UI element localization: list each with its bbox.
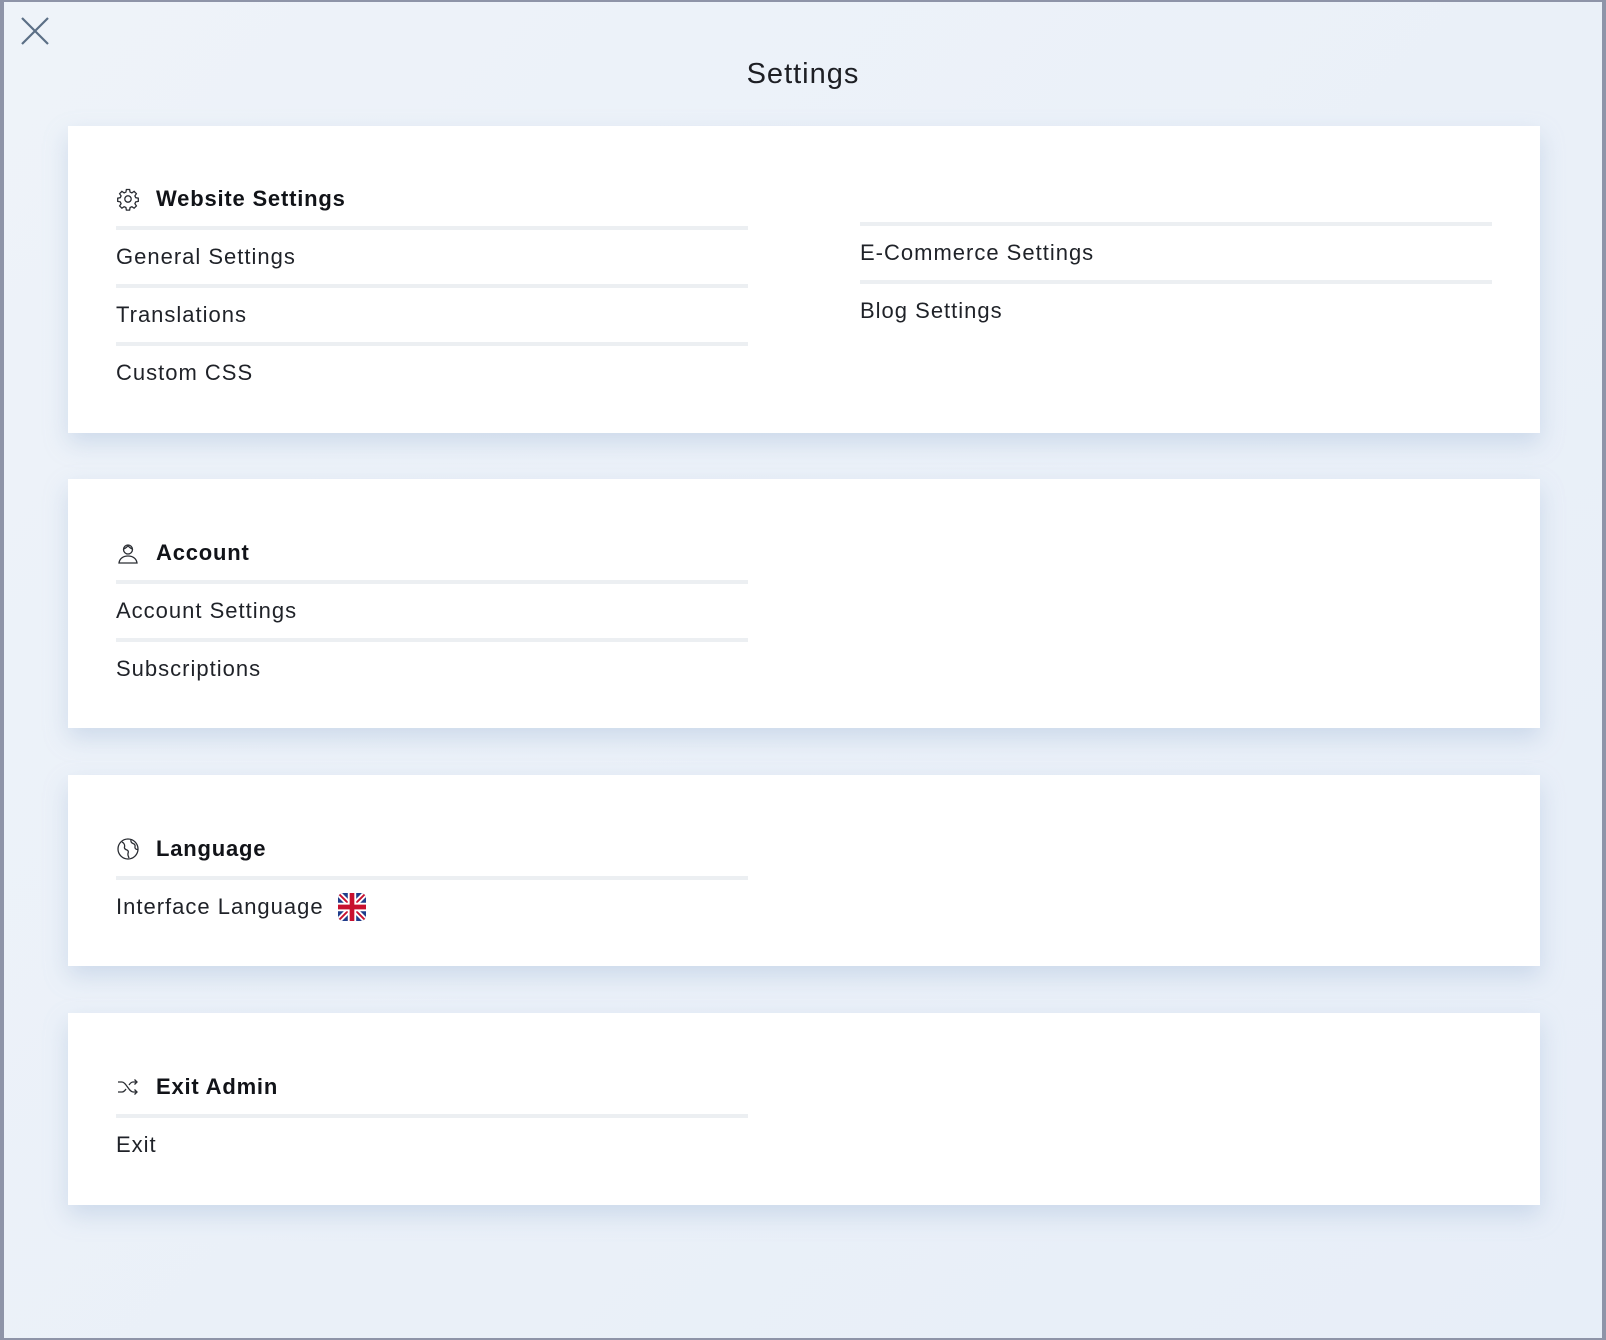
globe-icon: [116, 837, 140, 861]
account-settings-link[interactable]: Account Settings: [116, 584, 748, 638]
website-settings-card: Website Settings General Settings Transl…: [68, 126, 1540, 433]
interface-language-label: Interface Language: [116, 894, 324, 919]
ecommerce-settings-link[interactable]: E-Commerce Settings: [860, 226, 1492, 280]
gear-icon: [116, 187, 140, 211]
exit-admin-title: Exit Admin: [156, 1074, 279, 1099]
exit-admin-header: Exit Admin: [116, 1065, 748, 1109]
settings-overlay: Settings Website Settings General Settin…: [4, 2, 1602, 1338]
close-button[interactable]: [18, 14, 54, 50]
custom-css-link[interactable]: Custom CSS: [116, 346, 748, 400]
exit-link[interactable]: Exit: [116, 1118, 748, 1172]
language-title: Language: [156, 836, 267, 861]
account-header: Account: [116, 531, 748, 575]
blog-settings-link[interactable]: Blog Settings: [860, 284, 1492, 338]
close-icon: [21, 17, 49, 45]
interface-language-link[interactable]: Interface Language: [116, 880, 748, 934]
account-card: Account Account Settings Subscriptions: [68, 479, 1540, 728]
language-card: Language Interface Language: [68, 775, 1540, 966]
page-title: Settings: [746, 58, 860, 90]
user-icon: [116, 541, 140, 565]
uk-flag-icon: [337, 893, 366, 921]
subscriptions-link[interactable]: Subscriptions: [116, 642, 748, 696]
shuffle-icon: [116, 1075, 140, 1099]
website-settings-title: Website Settings: [156, 186, 346, 211]
exit-admin-card: Exit Admin Exit: [68, 1013, 1540, 1205]
general-settings-link[interactable]: General Settings: [116, 230, 748, 284]
translations-link[interactable]: Translations: [116, 288, 748, 342]
website-settings-header: Website Settings: [116, 177, 748, 221]
account-title: Account: [156, 540, 250, 565]
language-header: Language: [116, 827, 748, 871]
